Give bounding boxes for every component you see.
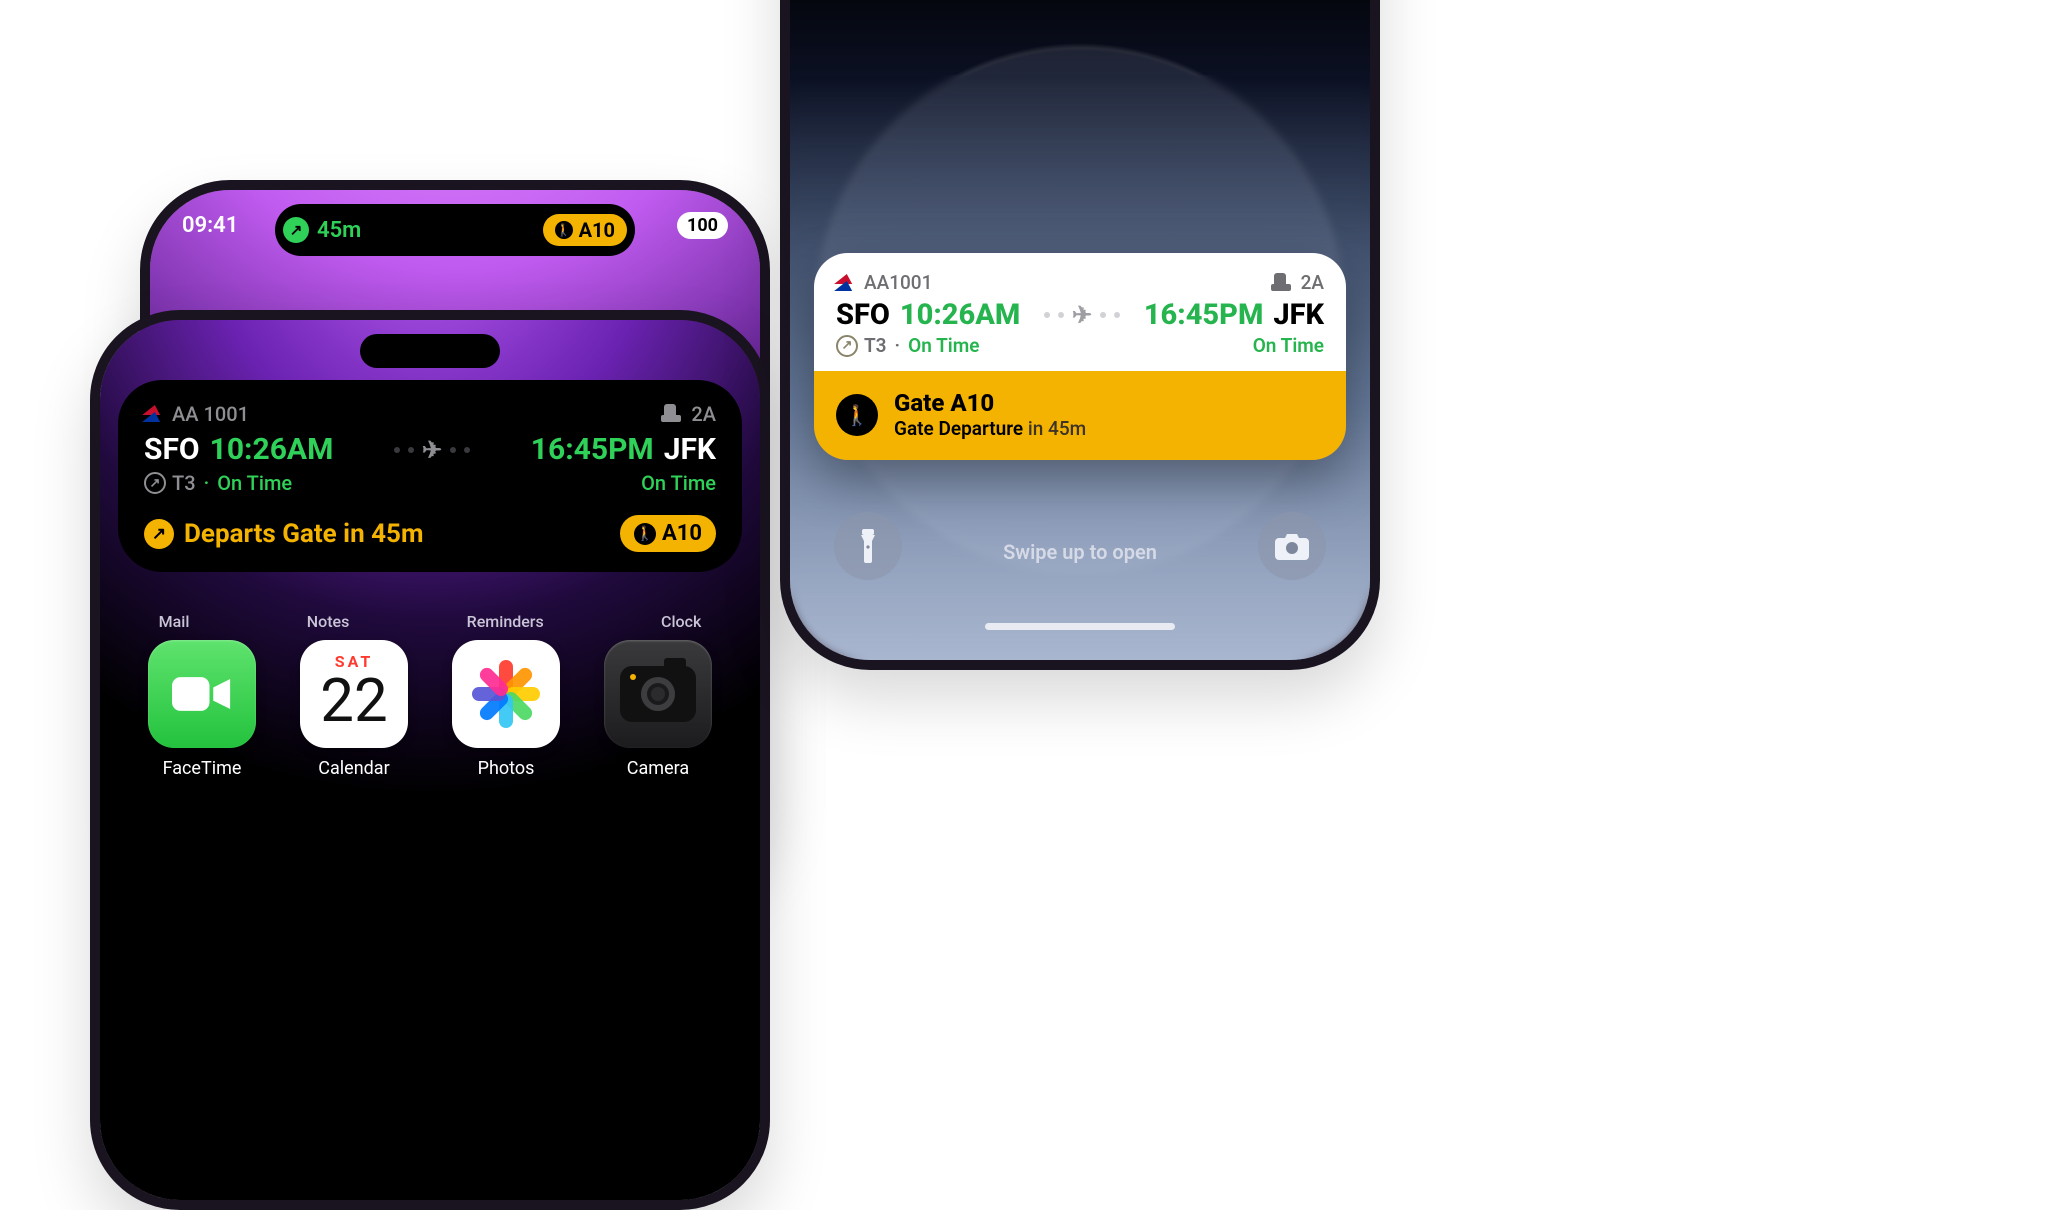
status-time: 09:41	[182, 213, 238, 238]
departs-gate-label: Departs Gate in 45m	[184, 519, 423, 549]
origin-terminal: T3	[864, 334, 887, 357]
photos-icon	[472, 660, 540, 728]
sensor-housing	[426, 210, 478, 250]
dest-status: On Time	[641, 471, 716, 495]
seat-number: 2A	[691, 402, 716, 426]
seat-icon	[661, 404, 681, 424]
flight-route-row: SFO 10:26AM ✈ 16:45PM JFK	[144, 432, 716, 467]
live-activity-dark[interactable]: AA 1001 2A SFO 10:26AM ✈ 16:45PM	[118, 380, 742, 572]
airline-logo-icon	[144, 405, 162, 423]
home-indicator[interactable]	[985, 623, 1175, 630]
seat-icon	[1271, 273, 1291, 293]
walking-person-icon: 🚶	[836, 394, 878, 436]
facetime-icon	[172, 672, 232, 716]
phone-expanded-island: AA 1001 2A SFO 10:26AM ✈ 16:45PM	[90, 310, 770, 1210]
app-label: FaceTime	[163, 758, 242, 779]
airplane-icon: ✈	[422, 436, 442, 464]
airplane-icon: ✈	[1072, 301, 1092, 329]
dynamic-island-compact[interactable]: ↗ 45m 🚶 A10	[275, 204, 635, 256]
app-label: Camera	[627, 758, 689, 779]
seat-number: 2A	[1301, 271, 1324, 294]
calendar-day: 22	[320, 665, 387, 736]
origin-status: On Time	[908, 334, 979, 357]
app-camera[interactable]: Camera	[604, 640, 712, 779]
terminal-arrow-icon: ↗	[836, 335, 858, 357]
departure-arrow-icon: ↗	[283, 217, 309, 243]
origin-code: SFO	[144, 432, 200, 467]
camera-icon	[620, 666, 696, 722]
app-label: Photos	[478, 758, 535, 779]
flight-number: AA1001	[864, 271, 932, 294]
background-app-labels: Mail Notes Reminders Clock	[100, 612, 760, 631]
live-activity-lockscreen[interactable]: AA1001 2A SFO 10:26AM ✈	[814, 253, 1346, 460]
walking-person-icon: 🚶	[634, 523, 656, 545]
flight-number: AA 1001	[172, 402, 249, 426]
flight-route-row: SFO 10:26AM ✈ 16:45PM JFK	[836, 298, 1324, 332]
app-facetime[interactable]: FaceTime	[148, 640, 256, 779]
origin-code: SFO	[836, 298, 890, 332]
departure-arrow-icon: ↗	[144, 519, 174, 549]
battery-badge: 100	[677, 212, 728, 239]
app-calendar[interactable]: SAT 22 Calendar	[300, 640, 408, 779]
terminal-arrow-icon: ↗	[144, 472, 166, 494]
gate-subtitle: Gate Departure in 45m	[894, 417, 1086, 440]
gate-banner: 🚶 Gate A10 Gate Departure in 45m	[814, 371, 1346, 460]
origin-terminal: T3	[172, 471, 196, 495]
sensor-housing	[360, 334, 500, 368]
flight-progress-track: ✈	[1030, 301, 1134, 329]
island-gate-pill[interactable]: 🚶 A10	[543, 214, 627, 246]
app-photos[interactable]: Photos	[452, 640, 560, 779]
flight-progress-track: ✈	[343, 436, 520, 464]
origin-time: 10:26AM	[210, 432, 334, 467]
dest-code: JFK	[664, 432, 716, 467]
gate-title: Gate A10	[894, 389, 1086, 417]
dest-status: On Time	[1253, 334, 1324, 357]
phone-lock-screen: AA1001 2A SFO 10:26AM ✈	[780, 0, 1380, 670]
island-gate-code: A10	[579, 218, 615, 242]
swipe-up-hint: Swipe up to open	[790, 540, 1370, 564]
island-countdown: 45m	[317, 218, 361, 243]
dest-time: 16:45PM	[1144, 298, 1264, 332]
origin-status: On Time	[217, 471, 292, 495]
dest-time: 16:45PM	[531, 432, 654, 467]
origin-time: 10:26AM	[900, 298, 1020, 332]
walking-person-icon: 🚶	[555, 221, 573, 239]
app-label: Calendar	[318, 758, 389, 779]
dest-code: JFK	[1273, 298, 1324, 332]
home-screen-icon-row: FaceTime SAT 22 Calendar Photos	[100, 640, 760, 779]
gate-pill[interactable]: 🚶 A10	[620, 515, 716, 552]
airline-logo-icon	[836, 274, 854, 292]
gate-code: A10	[662, 521, 702, 546]
